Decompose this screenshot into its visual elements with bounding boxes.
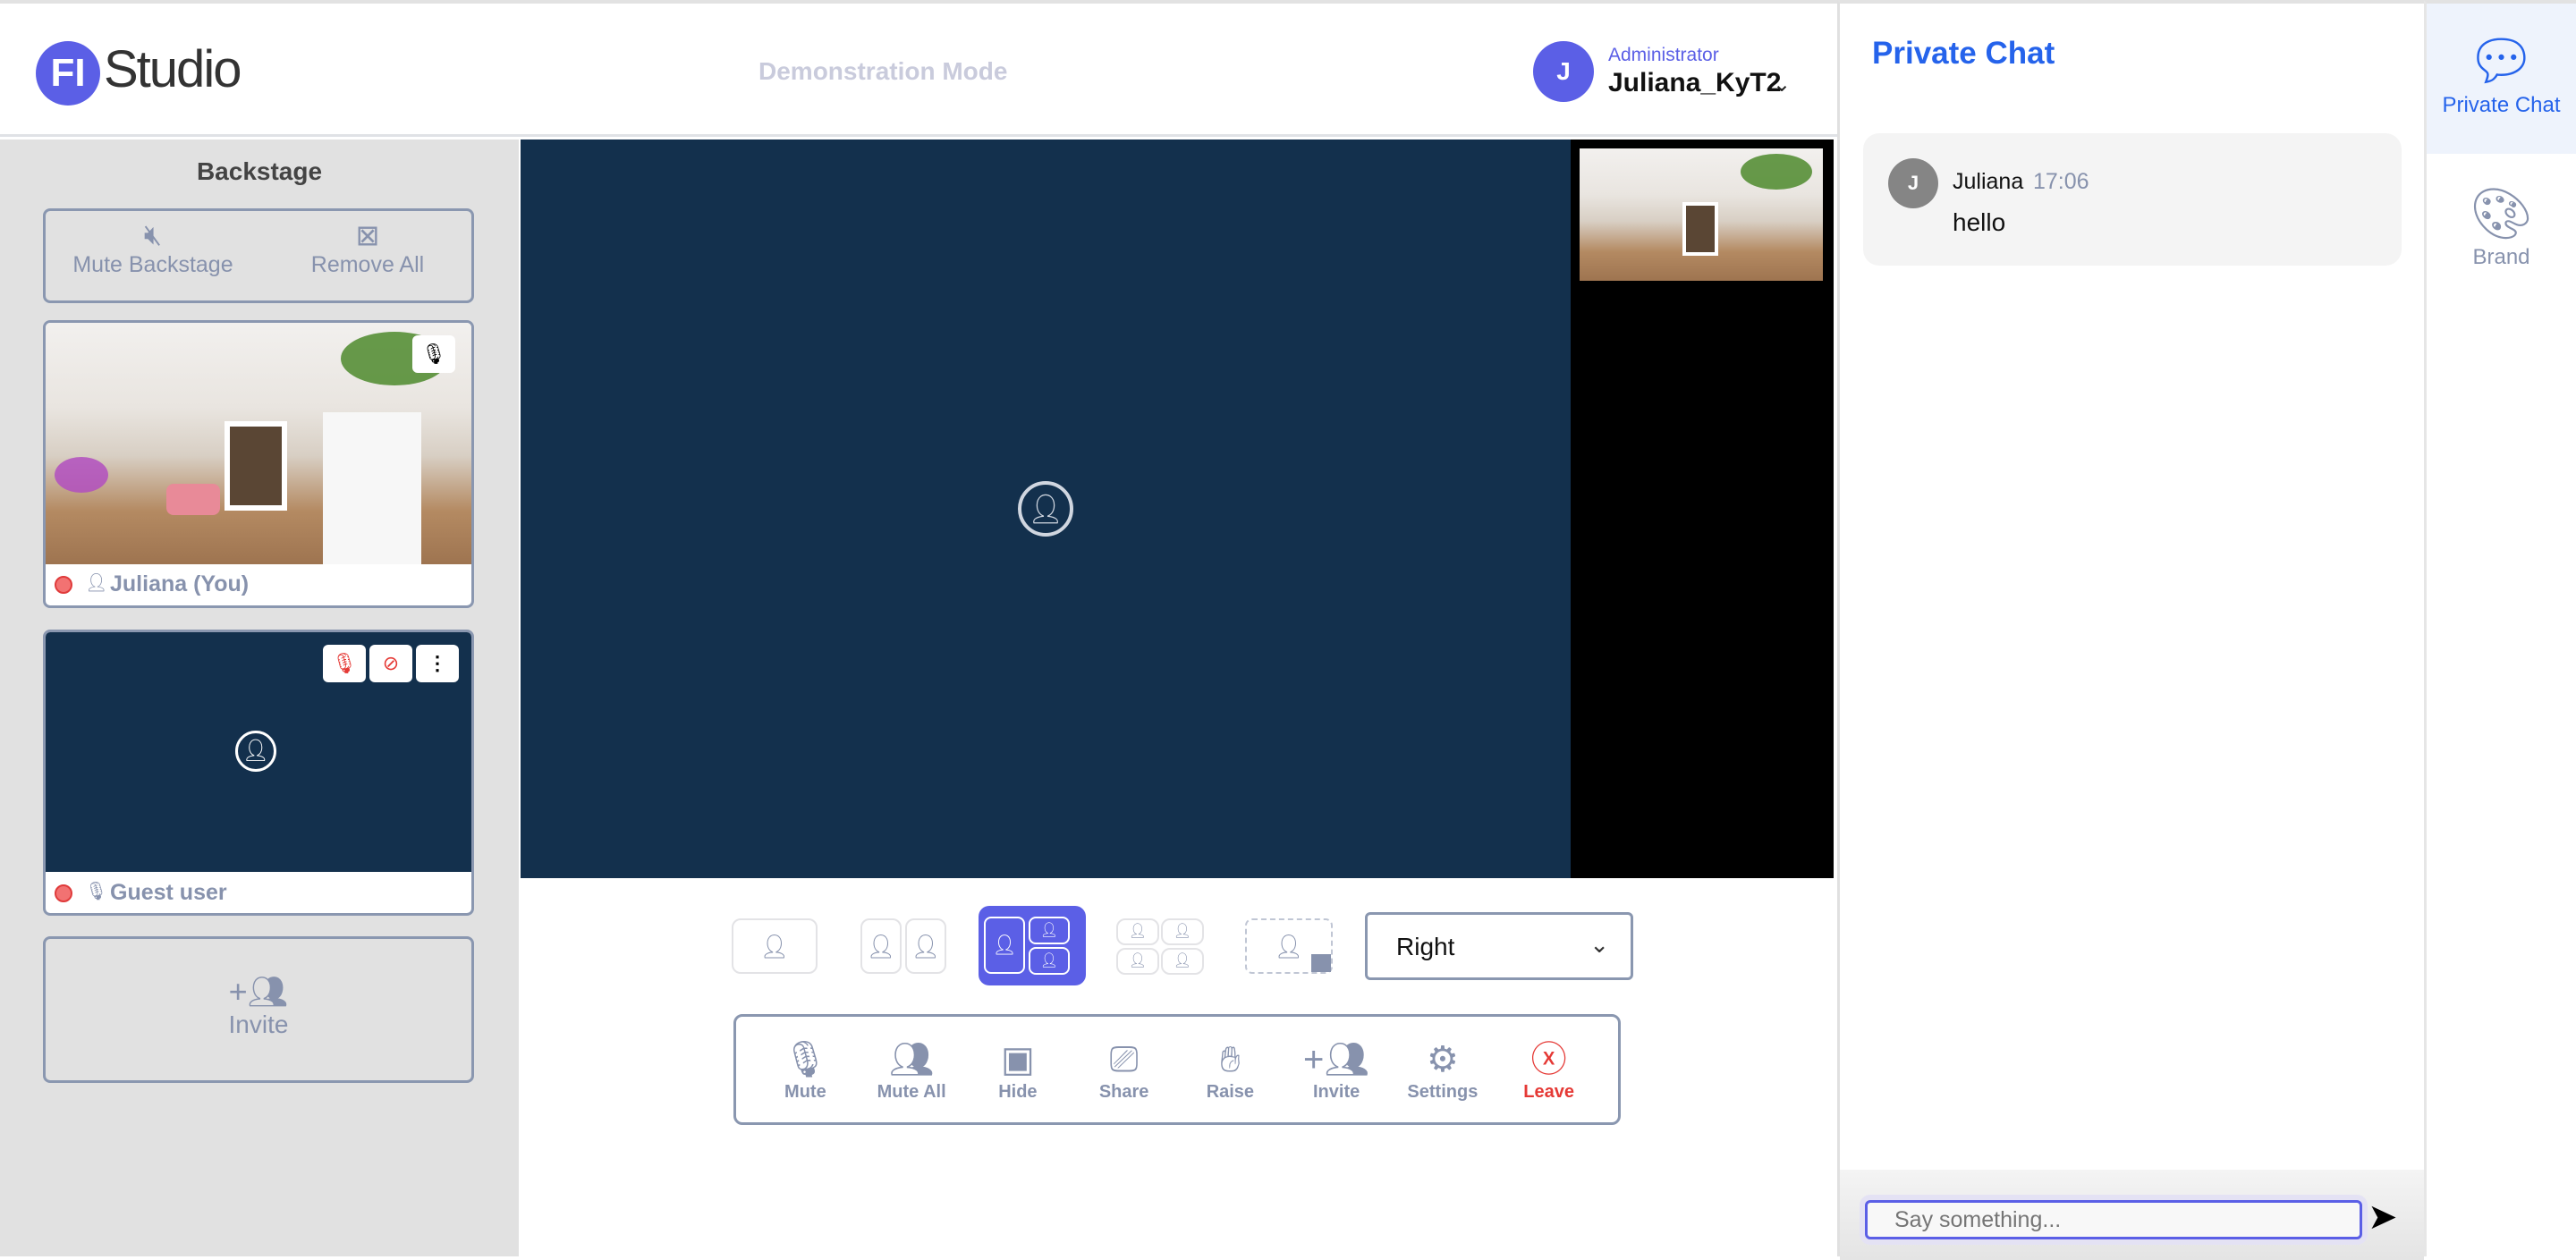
participant-video bbox=[46, 323, 471, 564]
chat-message: J Juliana 17:06 hello bbox=[1863, 133, 2402, 266]
layout-side-by-side[interactable]: 👤︎ bbox=[860, 918, 902, 974]
rail-item-private-chat[interactable]: 💬︎ Private Chat bbox=[2427, 4, 2576, 154]
mute-backstage-label: Mute Backstage bbox=[72, 252, 233, 277]
message-text: hello bbox=[1953, 208, 2006, 236]
mute-button[interactable]: 🎙︎ Mute bbox=[760, 1017, 850, 1122]
message-author: Juliana bbox=[1953, 169, 2024, 194]
participant-card[interactable]: 🎙︎ 👤︎ Juliana (You) bbox=[43, 320, 474, 608]
share-button[interactable]: ⎚ Share bbox=[1080, 1017, 1169, 1122]
logo-icon: FI bbox=[36, 41, 100, 106]
user-role: Administrator bbox=[1608, 45, 1719, 65]
hide-label: Hide bbox=[998, 1081, 1038, 1102]
mute-backstage-button[interactable]: 🔇︎ Mute Backstage bbox=[46, 218, 260, 278]
layout-custom[interactable]: 👤︎ bbox=[1245, 918, 1333, 974]
send-icon[interactable]: ➤ bbox=[2368, 1197, 2398, 1238]
chat-title: Private Chat bbox=[1872, 36, 2055, 71]
avatar-placeholder-icon: 👤︎ bbox=[1018, 481, 1073, 537]
remove-all-button[interactable]: ⊠ Remove All bbox=[260, 218, 475, 278]
mic-off-button[interactable]: 🎙︎ bbox=[323, 645, 366, 682]
chat-input-area: ➤ bbox=[1840, 1170, 2424, 1260]
add-user-icon: +👥︎ bbox=[1303, 1039, 1370, 1079]
layout-single[interactable]: 👤︎ bbox=[732, 918, 818, 974]
mic-off-icon: 🎙︎ bbox=[85, 882, 108, 901]
share-screen-icon: ⎚ bbox=[1109, 1039, 1139, 1079]
rail-label: Brand bbox=[2472, 245, 2530, 269]
hand-icon: ✋︎ bbox=[1219, 1039, 1241, 1079]
speaker-off-icon: 🔇︎ bbox=[143, 218, 163, 250]
private-chat-icon: 💬︎ bbox=[2466, 30, 2537, 92]
palette-icon: 🎨︎ bbox=[2469, 185, 2534, 241]
status-dot bbox=[55, 576, 72, 594]
mute-all-button[interactable]: 👥︎ Mute All bbox=[867, 1017, 956, 1122]
mute-label: Mute bbox=[784, 1081, 826, 1102]
invite-label: Invite bbox=[1313, 1081, 1360, 1102]
layout-side-by-side[interactable]: 👤︎ bbox=[905, 918, 946, 974]
participant-name: Guest user bbox=[110, 880, 227, 905]
add-user-icon: +👥︎ bbox=[228, 973, 289, 1010]
avatar-placeholder-icon: 👤︎ bbox=[235, 731, 276, 772]
backstage-panel: Backstage 🔇︎ Mute Backstage ⊠ Remove All… bbox=[0, 140, 519, 1256]
status-dot bbox=[55, 884, 72, 902]
invite-button[interactable]: +👥︎ Invite bbox=[1292, 1017, 1381, 1122]
chevron-down-icon: ⌄ bbox=[1589, 931, 1609, 958]
microphone-icon: 🎙︎ bbox=[782, 1039, 828, 1079]
position-select-value: Right bbox=[1396, 933, 1455, 960]
chat-input[interactable] bbox=[1865, 1200, 2362, 1239]
close-circle-icon: ⓧ bbox=[1530, 1039, 1567, 1079]
settings-label: Settings bbox=[1407, 1081, 1479, 1102]
rail-label: Private Chat bbox=[2442, 93, 2561, 117]
participant-name: Juliana (You) bbox=[110, 571, 250, 596]
camera-off-button[interactable]: ⊘ bbox=[369, 645, 412, 682]
control-bar: 🎙︎ Mute 👥︎ Mute All ▣ Hide ⎚ Share ✋︎ Raise +… bbox=[733, 1014, 1621, 1125]
message-time: 17:06 bbox=[2033, 169, 2089, 194]
layout-grid-four[interactable]: 👤︎ 👤︎ 👤︎ 👤︎ bbox=[1116, 918, 1206, 975]
hide-button[interactable]: ▣ Hide bbox=[973, 1017, 1063, 1122]
leave-button[interactable]: ⓧ Leave bbox=[1504, 1017, 1594, 1122]
mute-all-icon: 👥︎ bbox=[888, 1039, 935, 1079]
leave-label: Leave bbox=[1523, 1081, 1574, 1102]
rail-item-brand[interactable]: 🎨︎ Brand bbox=[2427, 182, 2576, 290]
backstage-title: Backstage bbox=[196, 157, 323, 185]
share-label: Share bbox=[1098, 1081, 1149, 1102]
screen-x-icon: ⊠ bbox=[355, 219, 380, 251]
chevron-down-icon[interactable]: ⌄ bbox=[1773, 72, 1791, 97]
right-rail: 💬︎ Private Chat 🎨︎ Brand bbox=[2424, 0, 2576, 1256]
layout-main-plus-two[interactable]: 👤︎ 👤︎ 👤︎ bbox=[979, 906, 1086, 985]
user-menu[interactable]: Juliana_KyT2 bbox=[1608, 68, 1781, 98]
stage-side-strip bbox=[1571, 140, 1834, 878]
mode-label: Demonstration Mode bbox=[758, 57, 1008, 85]
gear-icon: ⚙︎ bbox=[1426, 1039, 1459, 1079]
invite-button[interactable]: +👥︎ Invite bbox=[43, 936, 474, 1083]
more-options-button[interactable]: ⋮ bbox=[416, 645, 459, 682]
position-select[interactable]: Right ⌄ bbox=[1365, 912, 1633, 980]
remove-all-label: Remove All bbox=[310, 252, 425, 277]
user-icon: 👤︎ bbox=[85, 573, 108, 593]
top-header: FI Studio Demonstration Mode J Administr… bbox=[0, 0, 1837, 137]
logo-text: Studio bbox=[104, 40, 242, 98]
participant-card[interactable]: 👤︎ 🎙︎ ⊘ ⋮ 🎙︎ Guest user bbox=[43, 630, 474, 916]
backstage-actions: 🔇︎ Mute Backstage ⊠ Remove All bbox=[43, 208, 474, 303]
chat-panel: Private Chat J Juliana 17:06 hello ➤ bbox=[1837, 0, 2424, 1260]
video-camera-icon: ▣ bbox=[1000, 1039, 1035, 1079]
stage-thumbnail[interactable] bbox=[1580, 148, 1823, 281]
raise-label: Raise bbox=[1206, 1081, 1255, 1102]
mute-all-label: Mute All bbox=[877, 1081, 946, 1102]
settings-button[interactable]: ⚙︎ Settings bbox=[1398, 1017, 1487, 1122]
raise-hand-button[interactable]: ✋︎ Raise bbox=[1185, 1017, 1275, 1122]
message-avatar: J bbox=[1888, 158, 1938, 208]
invite-label: Invite bbox=[228, 1011, 289, 1038]
user-avatar[interactable]: J bbox=[1533, 41, 1594, 102]
microphone-button[interactable]: 🎙︎ bbox=[412, 335, 455, 373]
